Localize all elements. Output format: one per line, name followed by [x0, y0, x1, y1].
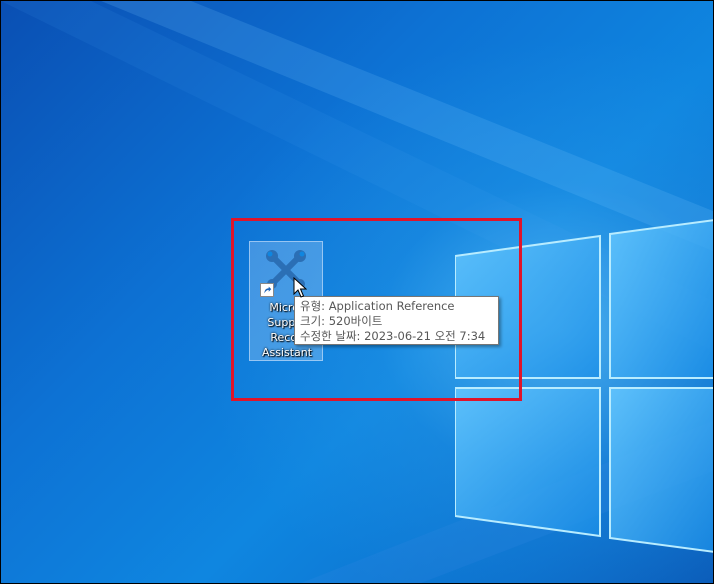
desktop-screen: Micros Suppor Recov Assistant 유형: Applic… [0, 0, 714, 584]
highlight-annotation-box [231, 218, 522, 401]
